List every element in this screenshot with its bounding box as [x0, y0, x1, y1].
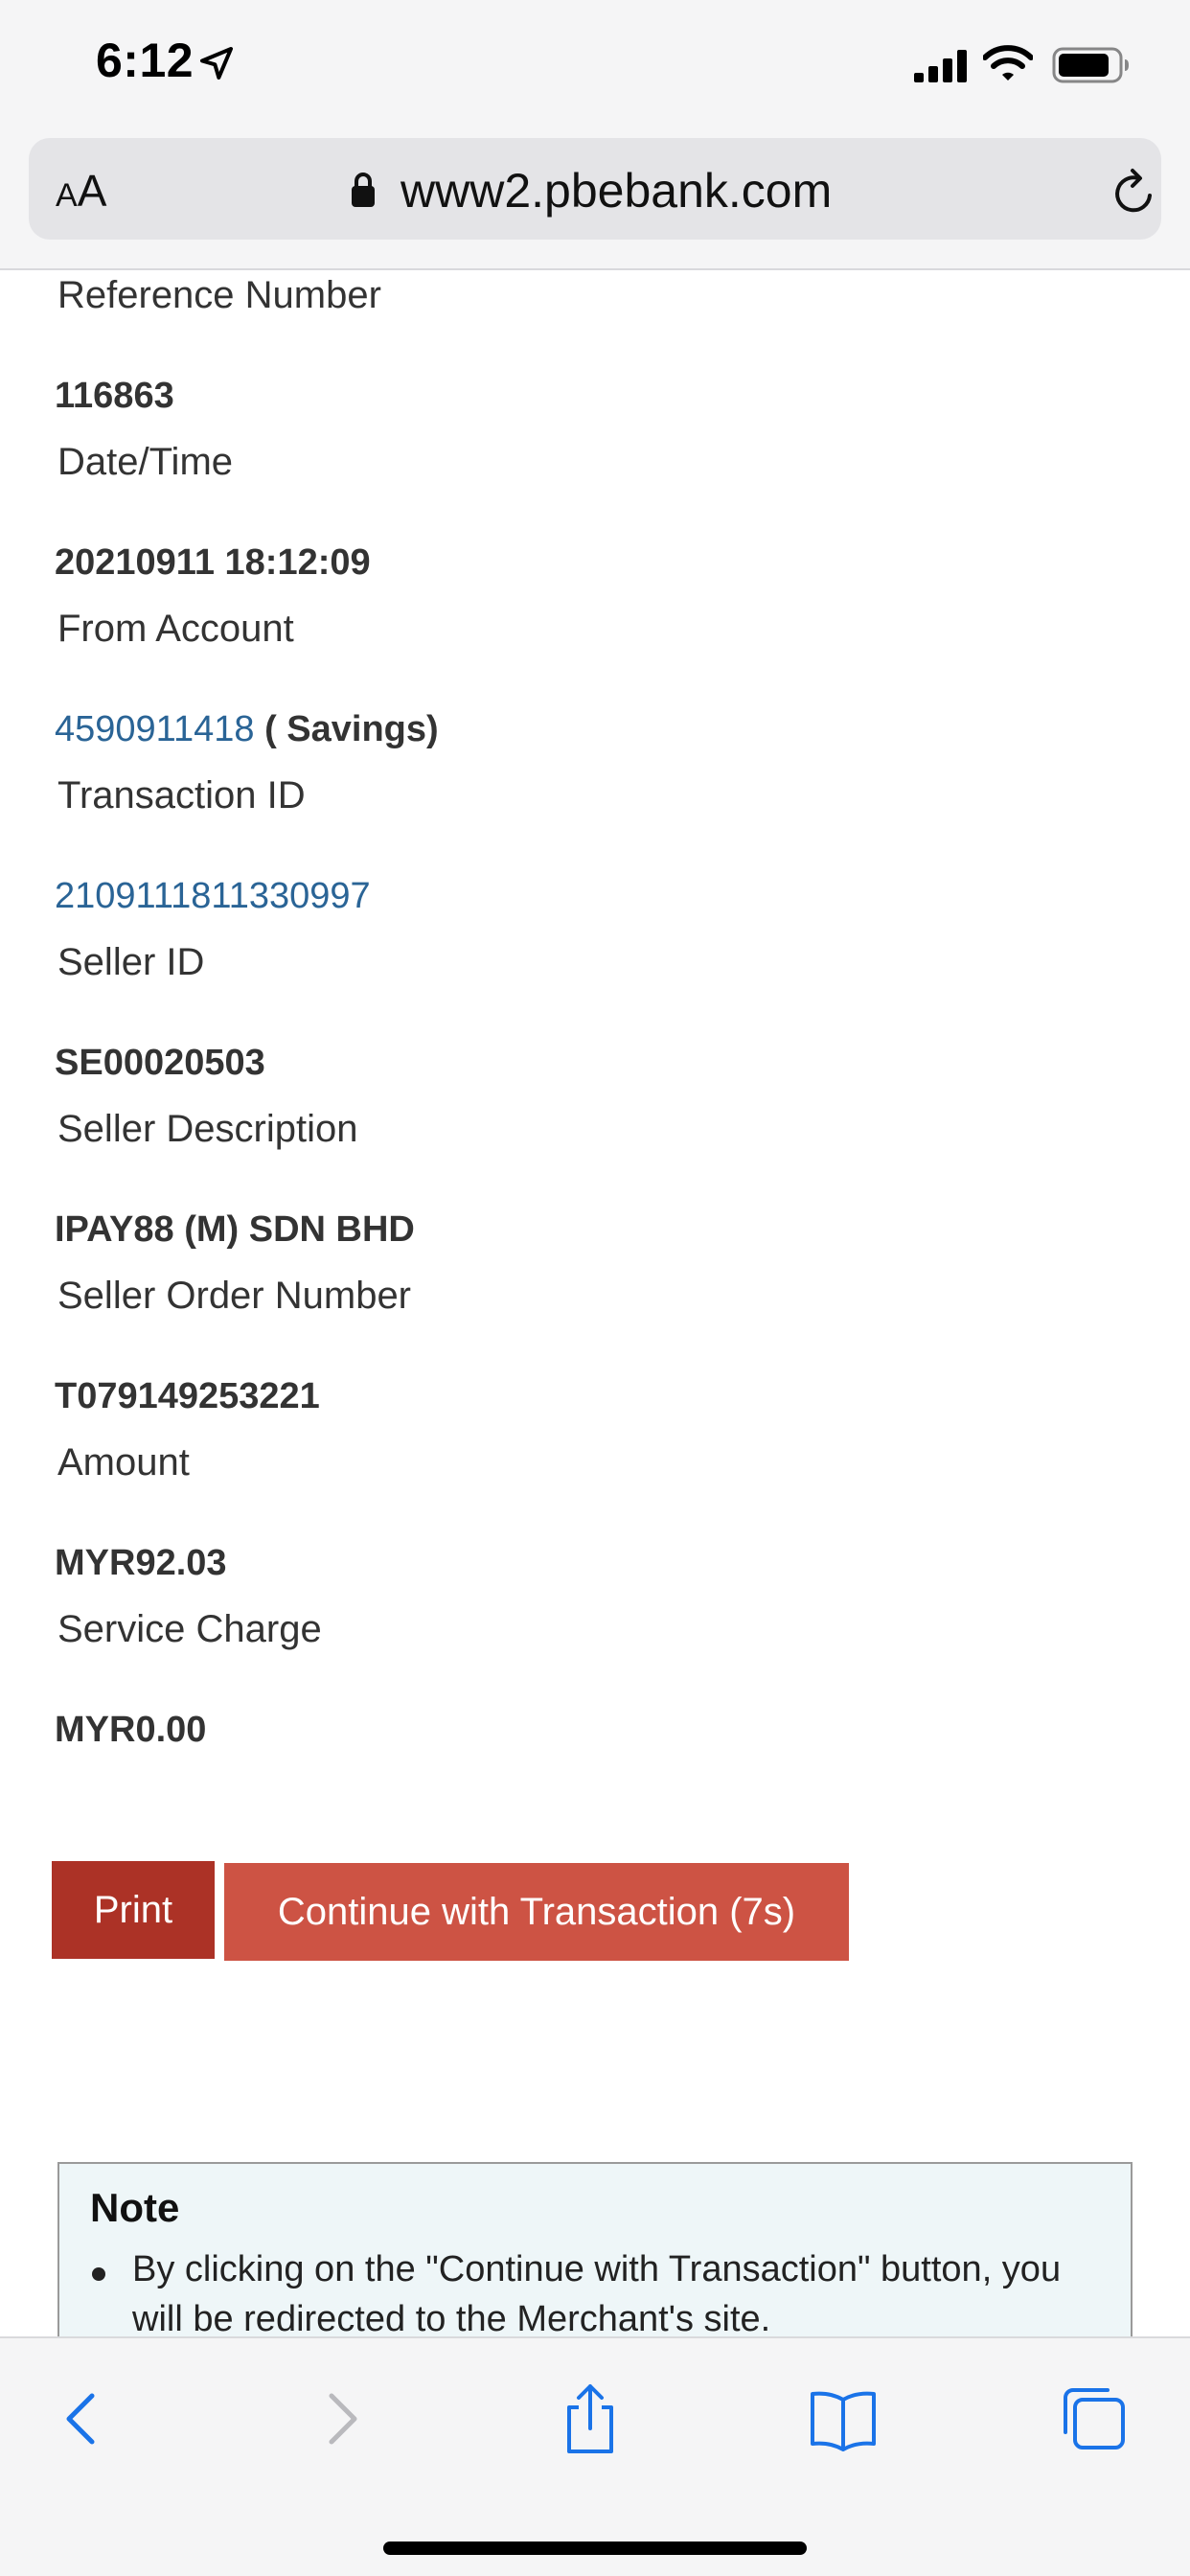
cellular-signal-icon — [914, 50, 967, 82]
page-content: Reference Number 116863 Date/Time 202109… — [0, 272, 1190, 2336]
field-value: SE00020503 — [55, 1043, 265, 1083]
browser-toolbar — [0, 2336, 1190, 2576]
forward-icon[interactable] — [303, 2380, 379, 2457]
field-label: Amount — [57, 1441, 190, 1484]
note-title: Note — [90, 2185, 180, 2230]
field-label: Reference Number — [57, 274, 381, 316]
share-icon[interactable] — [552, 2380, 629, 2457]
reader-settings-button[interactable]: AA — [56, 165, 106, 217]
field-value: IPAY88 (M) SDN BHD — [55, 1209, 415, 1250]
battery-icon — [1052, 47, 1129, 83]
field-label: Seller ID — [57, 941, 205, 983]
wifi-icon — [983, 45, 1033, 80]
url-text: www2.pbebank.com — [400, 164, 833, 218]
field-value: T079149253221 — [55, 1376, 320, 1416]
field-label: Transaction ID — [57, 774, 306, 816]
location-arrow-icon — [200, 47, 233, 80]
address-bar[interactable]: AA www2.pbebank.com — [29, 138, 1161, 240]
home-indicator — [383, 2542, 807, 2555]
note-box: Note By clicking on the "Continue with T… — [57, 2162, 1133, 2336]
field-value: MYR92.03 — [55, 1543, 227, 1583]
field-value: 20210911 18:12:09 — [55, 542, 371, 583]
status-bar: 6:12 — [0, 0, 1190, 134]
field-value: 116863 — [55, 376, 174, 416]
reload-icon[interactable] — [1110, 167, 1159, 218]
note-text: By clicking on the "Continue with Transa… — [132, 2249, 1062, 2336]
back-icon[interactable] — [44, 2380, 121, 2457]
field-label: Date/Time — [57, 441, 234, 483]
field-label: Seller Order Number — [57, 1275, 412, 1317]
field-label: Seller Description — [57, 1108, 358, 1150]
field-label: Service Charge — [57, 1608, 322, 1650]
bookmarks-icon[interactable] — [805, 2380, 881, 2457]
field-label: From Account — [57, 608, 294, 650]
browser-top-bar: AA www2.pbebank.com — [0, 134, 1190, 270]
print-button[interactable]: Print — [52, 1861, 215, 1959]
from-account-value: 4590911418 ( Savings) — [55, 709, 439, 749]
transaction-id-link[interactable]: 2109111811330997 — [55, 876, 371, 917]
account-number-link[interactable]: 4590911418 — [55, 709, 255, 749]
bullet-icon — [92, 2267, 105, 2281]
lock-icon — [352, 172, 375, 207]
field-value: MYR0.00 — [55, 1710, 207, 1750]
tabs-icon[interactable] — [1056, 2380, 1133, 2457]
status-time: 6:12 — [96, 34, 195, 87]
continue-with-transaction-button[interactable]: Continue with Transaction (7s) — [224, 1863, 849, 1961]
